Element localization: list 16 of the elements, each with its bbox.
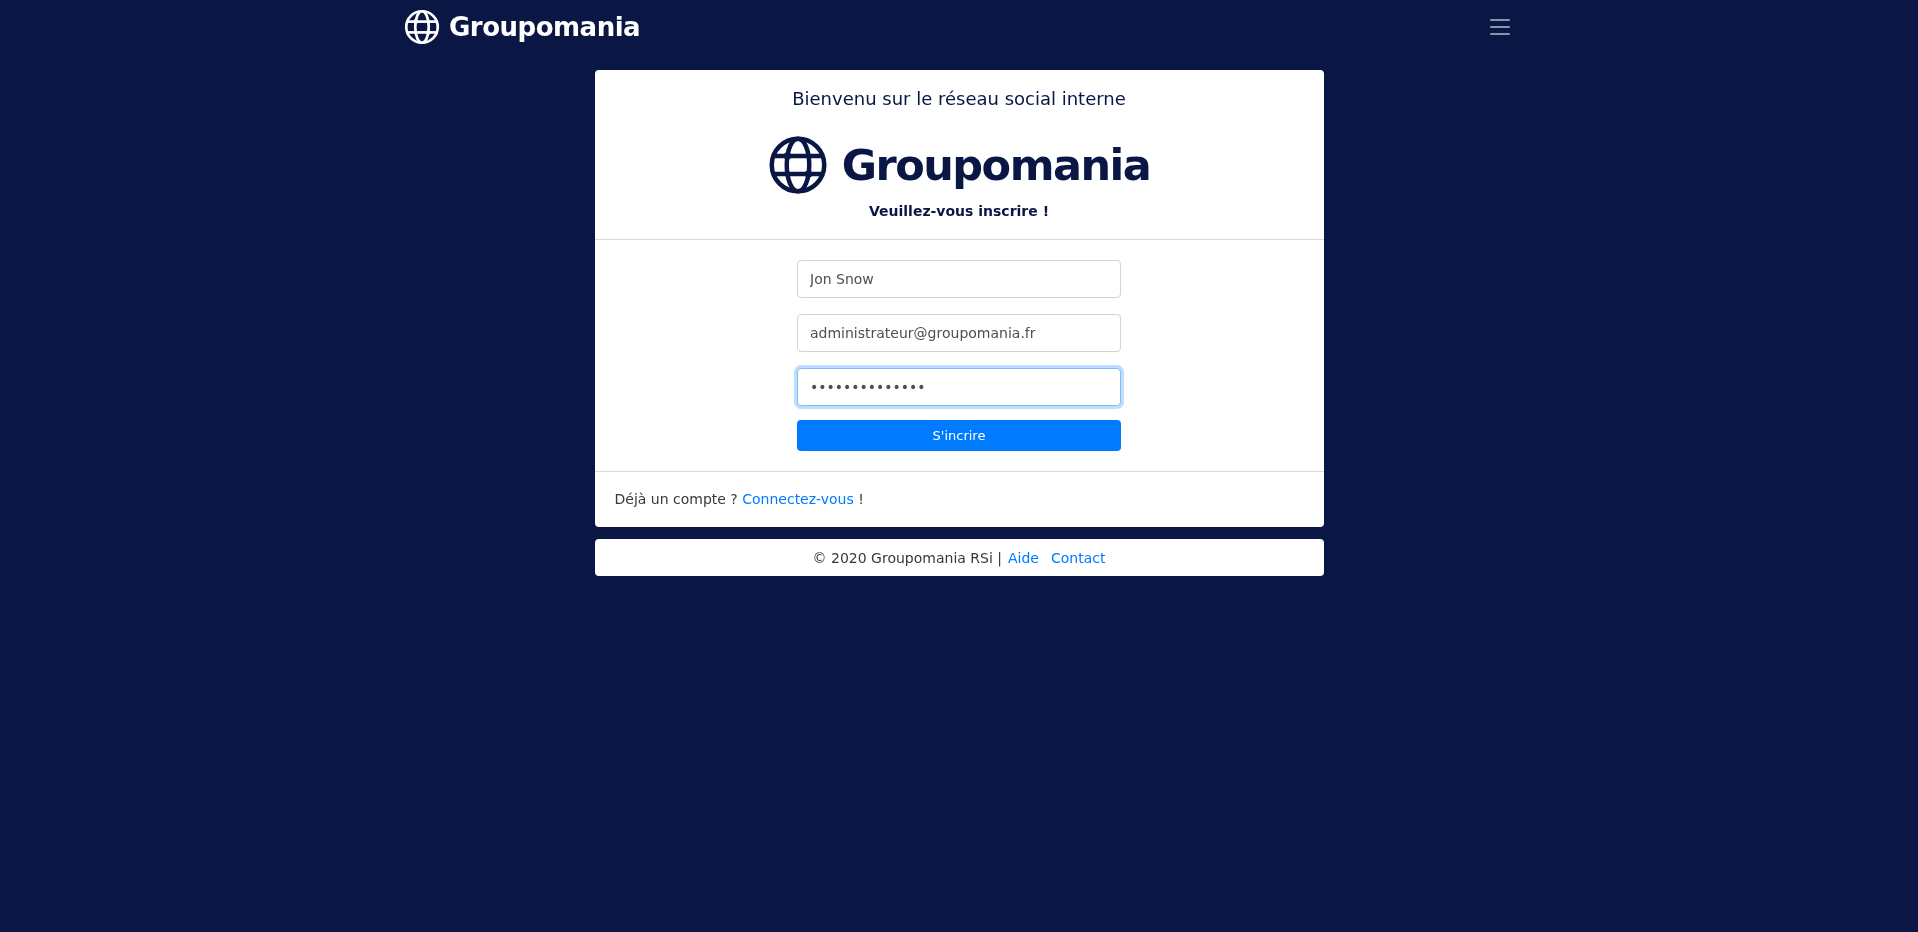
input-field[interactable]: •••••••••••••• [797, 368, 1121, 406]
input-field[interactable]: administrateur@groupomania.fr [797, 314, 1121, 352]
brand-logo[interactable]: Groupomania [404, 9, 641, 45]
login-link[interactable]: Connectez-vous [742, 491, 854, 507]
copyright-text: © 2020 Groupomania RSi | [812, 549, 1002, 566]
brand-name: Groupomania [449, 12, 641, 42]
login-prompt: Déjà un compte ? Connectez-vous ! [614, 491, 865, 507]
footer-link[interactable]: Aide [1008, 549, 1039, 566]
input-field[interactable]: Jon Snow [797, 260, 1121, 298]
logo-text: Groupomania [841, 143, 1151, 187]
signup-button[interactable]: S'incrire [797, 420, 1121, 451]
globe-icon [767, 135, 828, 195]
card-title: Bienvenu sur le réseau social interne [792, 88, 1126, 109]
globe-icon [404, 9, 440, 45]
footer-link[interactable]: Contact [1050, 549, 1106, 566]
card-subtitle: Veuillez-vous inscrire ! [868, 203, 1050, 219]
